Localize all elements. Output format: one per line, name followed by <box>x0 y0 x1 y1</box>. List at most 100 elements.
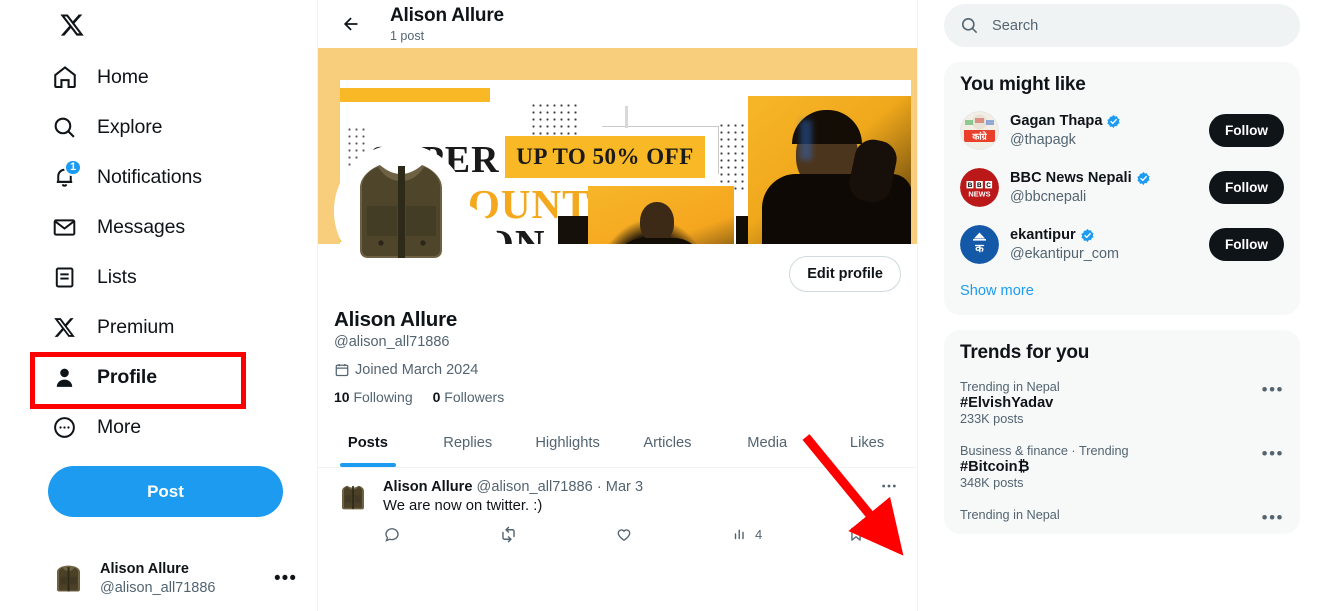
post-meta-separator: · <box>596 479 602 495</box>
svg-text:क: क <box>974 243 984 255</box>
tab-articles[interactable]: Articles <box>617 419 717 467</box>
follow-button[interactable]: Follow <box>1208 171 1284 204</box>
profile-handle: @alison_all71886 <box>334 334 450 350</box>
share-button[interactable] <box>883 525 901 543</box>
gagan-thapa-avatar: कांग्रे <box>960 111 999 150</box>
repost-button[interactable] <box>499 525 615 544</box>
list-icon <box>50 263 79 292</box>
trends-title: Trends for you <box>960 342 1090 363</box>
person-icon <box>50 363 79 392</box>
suggested-account-handle: @ekantipur_com <box>1010 245 1119 262</box>
suggested-account-row[interactable]: कांग्रे Gagan Thapa @thapagk Follow <box>944 102 1300 159</box>
trend-count: 233K posts <box>960 412 1024 426</box>
trend-item[interactable]: Trending in Nepal ••• <box>944 498 1300 530</box>
ellipsis-icon[interactable]: ••• <box>1262 380 1284 400</box>
x-logo-icon[interactable] <box>48 2 96 48</box>
show-more-link[interactable]: Show more <box>944 273 1300 311</box>
bookmark-button[interactable] <box>847 525 865 543</box>
you-might-like-title: You might like <box>960 74 1086 95</box>
suggested-account-meta: Gagan Thapa @thapagk <box>1010 112 1198 150</box>
tab-likes[interactable]: Likes <box>817 419 917 467</box>
followers-label: Followers <box>444 389 505 405</box>
verified-badge-icon <box>1080 228 1095 243</box>
trend-count: 348K posts <box>960 476 1024 490</box>
suggested-account-name-row: Gagan Thapa <box>1010 112 1198 131</box>
account-name: Alison Allure <box>100 561 189 578</box>
ellipsis-icon[interactable]: ••• <box>274 568 301 590</box>
sidebar-item-explore[interactable]: Explore <box>40 102 317 152</box>
following-stat[interactable]: 10 Following <box>334 389 413 405</box>
sidebar-item-label: Messages <box>97 215 186 238</box>
follow-button[interactable]: Follow <box>1208 114 1284 147</box>
views-count: 4 <box>755 526 763 542</box>
sidebar-item-premium[interactable]: Premium <box>40 302 317 352</box>
ellipsis-icon[interactable]: ••• <box>1262 444 1284 464</box>
ellipsis-icon[interactable]: ••• <box>1262 508 1284 528</box>
calendar-icon <box>334 362 350 378</box>
left-sidebar: Home Explore 1 Notifications Messages Li… <box>0 0 317 611</box>
tab-highlights[interactable]: Highlights <box>518 419 618 467</box>
post-actions: 4 <box>383 525 901 544</box>
tab-posts[interactable]: Posts <box>318 419 418 467</box>
profile-joined: Joined March 2024 <box>334 362 901 378</box>
page-title: Alison Allure <box>390 4 504 26</box>
banner-model-photo-right <box>748 96 914 244</box>
search-bar[interactable] <box>944 4 1300 47</box>
trend-category: Trending in Nepal <box>960 508 1060 522</box>
followers-stat[interactable]: 0 Followers <box>433 389 505 405</box>
bell-icon: 1 <box>50 158 83 192</box>
suggested-account-row[interactable]: क ekantipur @ekantipur_com Follow <box>944 216 1300 273</box>
follow-stats: 10 Following 0 Followers <box>334 389 901 405</box>
svg-text:B: B <box>977 182 982 189</box>
views-button[interactable]: 4 <box>731 525 847 543</box>
post-secondary-actions <box>847 525 901 543</box>
sidebar-item-lists[interactable]: Lists <box>40 252 317 302</box>
tab-media[interactable]: Media <box>717 419 817 467</box>
ekantipur-avatar: क <box>960 225 999 264</box>
post-item[interactable]: Alison Allure @alison_all71886 · Mar 3 W… <box>318 468 917 550</box>
banner-model-photo-center <box>588 186 734 244</box>
more-circle-icon <box>50 413 79 442</box>
profile-tabs: Posts Replies Highlights Articles Media … <box>318 419 917 468</box>
post-button[interactable]: Post <box>48 466 283 517</box>
sidebar-item-messages[interactable]: Messages <box>40 202 317 252</box>
sidebar-item-label: Explore <box>97 115 163 138</box>
svg-text:B: B <box>968 182 973 189</box>
following-count: 10 <box>334 389 350 405</box>
post-more-options[interactable] <box>879 476 899 496</box>
suggested-account-name-row: ekantipur <box>1010 226 1198 245</box>
post-meta: Alison Allure @alison_all71886 · Mar 3 <box>383 478 901 497</box>
like-button[interactable] <box>615 525 731 543</box>
trend-item[interactable]: Trending in Nepal #ElvishYadav 233K post… <box>944 370 1300 434</box>
follow-button[interactable]: Follow <box>1208 228 1284 261</box>
avatar <box>48 558 89 599</box>
trend-item[interactable]: Business & finance · Trending #Bitcoin₿ … <box>944 434 1300 498</box>
post-author-handle: @alison_all71886 <box>476 479 593 495</box>
x-premium-icon <box>50 313 79 342</box>
search-input[interactable] <box>992 17 1284 34</box>
profile-header: Alison Allure 1 post <box>318 0 917 48</box>
tab-replies[interactable]: Replies <box>418 419 518 467</box>
svg-text:कांग्रे: कांग्रे <box>971 131 987 142</box>
edit-profile-button[interactable]: Edit profile <box>789 256 901 292</box>
sidebar-item-more[interactable]: More <box>40 402 317 452</box>
svg-text:NEWS: NEWS <box>968 190 990 199</box>
notification-badge: 1 <box>64 158 83 176</box>
account-switcher[interactable]: Alison Allure @alison_all71886 ••• <box>48 558 301 599</box>
bbc-news-avatar: B B C NEWS <box>960 168 999 207</box>
profile-avatar[interactable] <box>334 144 468 278</box>
arrow-left-icon[interactable] <box>334 7 368 41</box>
following-label: Following <box>353 389 413 405</box>
profile-display-name: Alison Allure <box>334 308 458 331</box>
sidebar-item-profile[interactable]: Profile <box>40 352 317 402</box>
sidebar-item-label: Home <box>97 65 149 88</box>
sidebar-item-notifications[interactable]: 1 Notifications <box>40 152 317 202</box>
suggested-account-row[interactable]: B B C NEWS BBC News Nepali @bbcnepali Fo… <box>944 159 1300 216</box>
profile-info: Alison Allure @alison_all71886 Joined Ma… <box>318 308 917 405</box>
sidebar-item-home[interactable]: Home <box>40 52 317 102</box>
post-author-avatar[interactable] <box>334 478 372 516</box>
reply-button[interactable] <box>383 525 499 543</box>
banner-offer-badge: UP TO 50% OFF <box>505 136 705 178</box>
verified-badge-icon <box>1136 171 1151 186</box>
post-text: We are now on twitter. :) <box>383 497 543 514</box>
